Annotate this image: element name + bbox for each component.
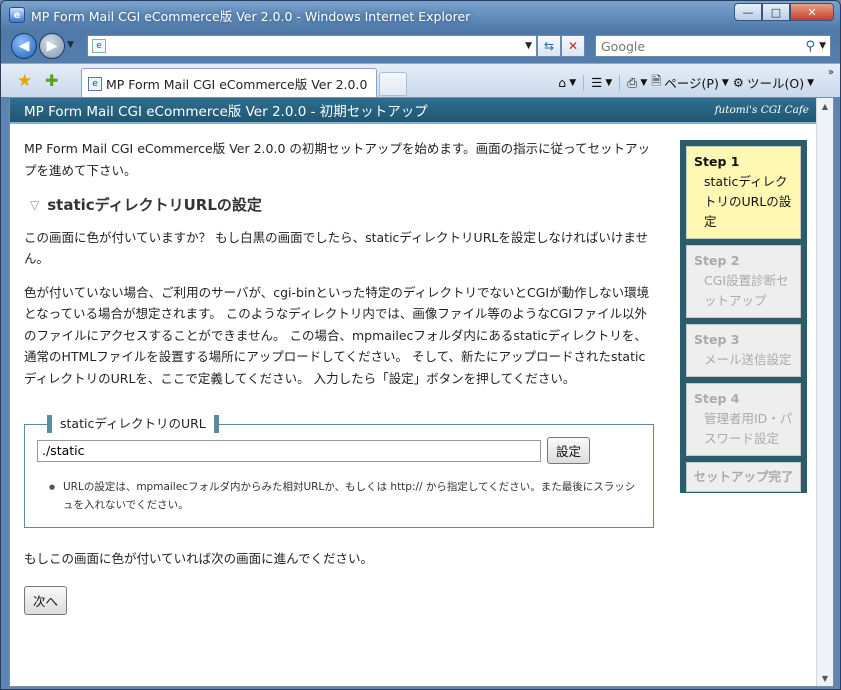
brand-logo: futomi's CGI Cafe	[714, 104, 809, 116]
print-button[interactable]: ⎙ ▼	[627, 75, 647, 91]
back-button[interactable]: ◀	[11, 33, 37, 59]
intro-text: MP Form Mail CGI eCommerce版 Ver 2.0.0 の初…	[24, 141, 650, 178]
window-controls: — □ ✕	[734, 3, 834, 21]
tab-title: MP Form Mail CGI eCommerce版 Ver 2.0.0	[106, 77, 368, 92]
page-icon: e	[92, 39, 106, 53]
section-heading: ▽ staticディレクトリURLの設定	[30, 195, 654, 217]
static-url-fieldset: staticディレクトリのURL 設定 URLの設定は、mpmailecフォルダ…	[24, 415, 654, 528]
main-content: MP Form Mail CGI eCommerce版 Ver 2.0.0 の初…	[24, 138, 654, 615]
tools-menu[interactable]: ⚙ ツール(O) ▼	[733, 73, 814, 92]
step-complete: セットアップ完了	[686, 462, 801, 492]
title-bar: e MP Form Mail CGI eCommerce版 Ver 2.0.0 …	[1, 1, 840, 29]
tab-current[interactable]: e MP Form Mail CGI eCommerce版 Ver 2.0.0	[81, 68, 377, 98]
scroll-down-icon[interactable]: ▼	[817, 670, 833, 686]
divider	[619, 74, 621, 91]
fieldset-legend: staticディレクトリのURL	[47, 415, 219, 433]
search-box[interactable]: ⚲ ▼	[595, 35, 831, 57]
chevron-down-icon: ▼	[807, 77, 814, 88]
chevron-down-icon: ▼	[640, 77, 648, 88]
add-favorites-icon[interactable]: ✚	[45, 71, 58, 90]
command-items: ⌂ ▼ ☰ ▼ ⎙ ▼ 🗎 ページ(P) ▼ ⚙ ツール(O) ▼	[558, 72, 814, 93]
new-tab-button[interactable]	[379, 72, 407, 96]
step-label: メール送信設定	[704, 352, 792, 367]
address-row: ◀ ▶ ▼ e ▼ ⇆ ✕ ⚲ ▼	[1, 31, 840, 63]
forward-arrow-icon: ▶	[46, 38, 58, 54]
page-doc-icon: 🗎	[651, 73, 662, 88]
maximize-button[interactable]: □	[762, 3, 790, 21]
search-dropdown-icon[interactable]: ▼	[819, 41, 826, 51]
step-4: Step 4 管理者用ID・パスワード設定	[686, 383, 801, 456]
forward-button[interactable]: ▶	[39, 33, 65, 59]
tools-menu-label: ツール(O)	[746, 76, 805, 91]
browser-window: e MP Form Mail CGI eCommerce版 Ver 2.0.0 …	[0, 0, 841, 690]
next-button[interactable]: 次へ	[24, 585, 68, 615]
step-number: Step 2	[694, 253, 740, 268]
page-menu-label: ページ(P)	[664, 76, 719, 91]
step-number: Step 4	[694, 391, 740, 406]
more-commands-icon[interactable]: »	[828, 67, 834, 78]
steps-sidebar: Step 1 staticディレクトリのURLの設定 Step 2 CGI設置診…	[680, 140, 807, 493]
paragraph-2: 色が付いていない場合、ご利用のサーバが、cgi-binといった特定のディレクトリ…	[24, 284, 650, 386]
ie-icon: e	[9, 7, 25, 23]
step-1: Step 1 staticディレクトリのURLの設定	[686, 146, 801, 239]
refresh-button[interactable]: ⇆	[537, 35, 561, 57]
url-row: 設定	[37, 437, 641, 464]
set-button[interactable]: 設定	[547, 437, 591, 464]
url-note: URLの設定は、mpmailecフォルダ内からみた相対URLか、もしくは htt…	[49, 478, 641, 514]
address-bar[interactable]: e ▼	[87, 35, 537, 57]
step-label: CGI設置診断セットアップ	[704, 273, 789, 308]
close-button[interactable]: ✕	[790, 3, 834, 21]
chevron-down-icon: ▼	[569, 77, 577, 88]
step-3: Step 3 メール送信設定	[686, 324, 801, 377]
printer-icon: ⎙	[627, 74, 638, 90]
stop-icon: ✕	[567, 39, 579, 53]
command-bar: ★ ✚ e MP Form Mail CGI eCommerce版 Ver 2.…	[1, 63, 840, 98]
paragraph-1: この画面に色が付いていますか？ もし白黒の画面でしたら、staticディレクトリ…	[24, 229, 648, 267]
next-instruction: もしこの画面に色が付いていれば次の画面に進んでください。	[24, 551, 374, 566]
step-number: Step 3	[694, 332, 740, 347]
step-label: 管理者用ID・パスワード設定	[704, 411, 793, 446]
page-title: MP Form Mail CGI eCommerce版 Ver 2.0.0 - …	[24, 104, 428, 120]
history-dropdown-icon[interactable]: ▼	[67, 40, 74, 50]
chevron-down-icon: ▼	[605, 77, 613, 88]
rss-icon: ☰	[591, 75, 603, 90]
feeds-button[interactable]: ☰ ▼	[591, 75, 612, 90]
search-input[interactable]	[596, 37, 776, 55]
section-title: staticディレクトリURLの設定	[47, 196, 262, 214]
home-icon: ⌂	[558, 75, 567, 90]
page-header: MP Form Mail CGI eCommerce版 Ver 2.0.0 - …	[10, 98, 817, 124]
home-button[interactable]: ⌂ ▼	[558, 75, 576, 90]
address-dropdown-icon[interactable]: ▼	[525, 41, 532, 51]
step-number: Step 1	[694, 154, 740, 169]
stop-button[interactable]: ✕	[561, 35, 585, 57]
triangle-down-icon: ▽	[30, 198, 40, 212]
chevron-down-icon: ▼	[721, 77, 729, 88]
step-2: Step 2 CGI設置診断セットアップ	[686, 245, 801, 318]
scroll-up-icon[interactable]: ▲	[817, 98, 833, 114]
step-label: staticディレクトリのURLの設定	[704, 174, 792, 229]
gear-icon: ⚙	[732, 75, 744, 90]
refresh-icon: ⇆	[543, 39, 555, 53]
search-icon[interactable]: ⚲	[806, 39, 816, 54]
page-viewport: MP Form Mail CGI eCommerce版 Ver 2.0.0 - …	[9, 97, 834, 687]
page-menu[interactable]: 🗎 ページ(P) ▼	[651, 72, 729, 93]
window-title: MP Form Mail CGI eCommerce版 Ver 2.0.0 - …	[31, 8, 471, 24]
tab-page-icon: e	[88, 76, 102, 91]
favorites-star-icon[interactable]: ★	[17, 71, 32, 91]
minimize-button[interactable]: —	[734, 3, 762, 21]
vertical-scrollbar[interactable]: ▲ ▼	[816, 98, 833, 686]
static-url-input[interactable]	[37, 439, 541, 462]
divider	[583, 74, 585, 91]
back-arrow-icon: ◀	[18, 38, 30, 54]
